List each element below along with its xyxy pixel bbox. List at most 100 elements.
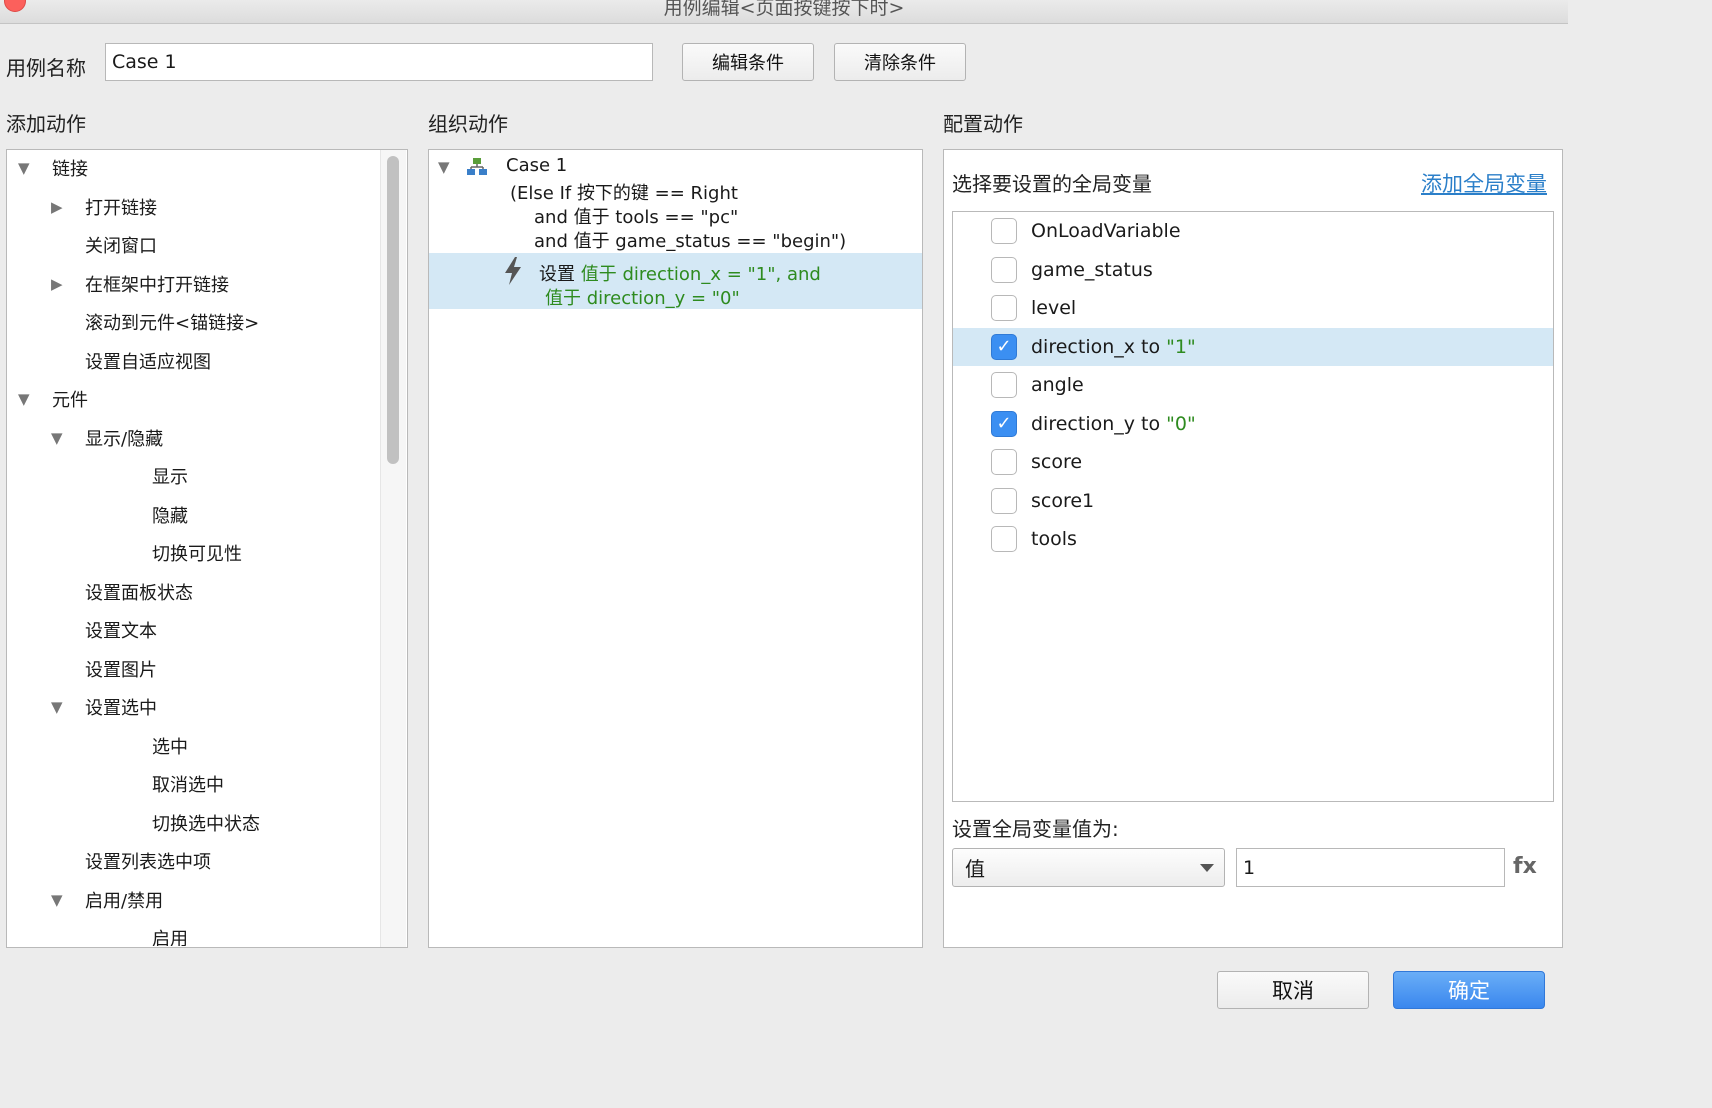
value-type-select[interactable]: 值 [952,848,1225,887]
action-line-1[interactable]: 设置 值于 direction_x = "1", and [539,260,821,286]
variable-row[interactable]: score [955,443,1552,481]
value-type-selected: 值 [965,857,985,881]
tree-item[interactable]: 关闭窗口 [85,229,157,261]
chevron-down-icon [1200,863,1214,872]
clear-condition-button[interactable]: 清除条件 [834,43,966,81]
configure-actions-heading: 配置动作 [943,112,1023,136]
variable-row[interactable]: tools [955,520,1552,558]
variable-row[interactable]: score1 [955,482,1552,520]
tree-item-label: 取消选中 [152,775,224,796]
checkbox-unchecked[interactable] [991,449,1017,475]
case-expand-icon[interactable]: ▼ [438,158,450,176]
tree-item[interactable]: ▼ 元件 [18,383,88,415]
choose-variable-label: 选择要设置的全局变量 [952,172,1152,196]
tree-item[interactable]: 取消选中 [152,768,224,800]
tree-item[interactable]: 隐藏 [152,499,188,531]
title-bar: 用例编辑<页面按键按下时> [0,0,1568,24]
checkbox-unchecked[interactable] [991,372,1017,398]
expanded-triangle-icon[interactable]: ▼ [18,159,38,177]
action-prefix: 设置 [539,264,575,285]
tree-item-label: 设置列表选中项 [85,852,211,873]
variable-row[interactable]: ✓ direction_x to "1" [955,328,1552,366]
tree-item-label: 显示/隐藏 [85,428,164,450]
variable-assignment: "1" [1166,335,1196,358]
tree-item[interactable]: 设置自适应视图 [85,345,211,377]
tree-item-label: 在框架中打开链接 [85,274,229,296]
tree-item-label: 设置图片 [85,659,157,681]
variable-row[interactable]: game_status [955,251,1552,289]
condition-line-1: (Else If 按下的键 == Right [510,183,738,204]
variable-row[interactable]: angle [955,366,1552,404]
variable-row[interactable]: OnLoadVariable [955,212,1552,250]
tree-item-label: 隐藏 [152,505,188,527]
tree-item[interactable]: 滚动到元件<锚链接> [85,306,259,338]
checkbox-checked[interactable]: ✓ [991,410,1017,437]
condition-line-2: and 值于 tools == "pc" [534,207,739,228]
variable-assignment: "0" [1166,412,1196,435]
checkbox-unchecked[interactable] [991,295,1017,321]
tree-item-label: 切换选中状态 [152,813,260,835]
tree-item[interactable]: 设置面板状态 [85,576,193,608]
cancel-button[interactable]: 取消 [1217,971,1369,1009]
tree-item-label: 滚动到元件<锚链接> [85,313,260,334]
window-title: 用例编辑<页面按键按下时> [663,0,905,19]
set-value-label: 设置全局变量值为: [952,817,1119,841]
tree-item[interactable]: ▼ 显示/隐藏 [51,422,163,454]
collapsed-triangle-icon[interactable]: ▶ [51,275,71,293]
tree-item[interactable]: ▶ 打开链接 [51,191,157,223]
checkbox-unchecked[interactable] [991,218,1017,244]
variable-row[interactable]: ✓ direction_y to "0" [955,405,1552,443]
variable-row[interactable]: level [955,289,1552,327]
variable-name: direction_y to [1031,412,1167,435]
variable-name: direction_x to [1031,335,1167,358]
case-tree-icon [466,157,488,182]
checkbox-unchecked[interactable] [991,526,1017,552]
tree-scrollbar-thumb[interactable] [387,156,399,464]
expanded-triangle-icon[interactable]: ▼ [51,429,71,447]
lightning-icon [502,256,524,291]
expanded-triangle-icon[interactable]: ▼ [18,390,38,408]
variable-name: score1 [1031,489,1095,512]
tree-item[interactable]: ▼ 链接 [18,152,88,184]
tree-item[interactable]: 显示 [152,460,188,492]
tree-item[interactable]: 切换选中状态 [152,807,260,839]
case-name-input[interactable]: Case 1 [105,43,653,81]
variable-name: OnLoadVariable [1031,220,1181,242]
tree-item-label: 关闭窗口 [85,236,157,257]
value-input[interactable]: 1 [1236,848,1505,887]
case-title[interactable]: Case 1 [506,155,567,176]
tree-item[interactable]: 设置文本 [85,614,157,646]
ok-button[interactable]: 确定 [1393,971,1545,1009]
tree-item[interactable]: 启用 [152,922,188,946]
variable-name: angle [1031,374,1084,396]
variable-name: score [1031,451,1083,473]
tree-item-label: 设置面板状态 [85,582,193,604]
tree-item-label: 启用/禁用 [85,890,164,912]
add-global-variable-link[interactable]: 添加全局变量 [1421,168,1547,198]
tree-item[interactable]: 选中 [152,730,188,762]
tree-item[interactable]: 设置列表选中项 [85,845,211,877]
tree-item[interactable]: 切换可见性 [152,537,242,569]
expanded-triangle-icon[interactable]: ▼ [51,698,71,716]
tree-item-label: 设置选中 [85,698,157,719]
tree-item-label: 链接 [52,159,88,180]
expanded-triangle-icon[interactable]: ▼ [51,891,71,909]
checkbox-unchecked[interactable] [991,256,1017,283]
action-line-2[interactable]: 值于 direction_y = "0" [545,284,740,310]
tree-item-label: 设置自适应视图 [85,351,211,373]
edit-condition-button[interactable]: 编辑条件 [682,43,814,81]
organize-actions-heading: 组织动作 [428,112,508,136]
variable-name: tools [1031,528,1077,550]
variable-name: level [1031,297,1077,319]
case-name-label: 用例名称 [6,56,86,80]
tree-item-label: 显示 [152,467,188,488]
tree-item[interactable]: ▼ 启用/禁用 [51,884,163,916]
variable-name: game_status [1031,258,1153,281]
fx-button[interactable]: fx [1513,854,1537,879]
checkbox-checked[interactable]: ✓ [991,333,1017,360]
collapsed-triangle-icon[interactable]: ▶ [51,198,71,216]
tree-item[interactable]: ▶ 在框架中打开链接 [51,268,229,300]
tree-item[interactable]: ▼ 设置选中 [51,691,157,723]
tree-item[interactable]: 设置图片 [85,653,157,685]
checkbox-unchecked[interactable] [991,487,1017,514]
